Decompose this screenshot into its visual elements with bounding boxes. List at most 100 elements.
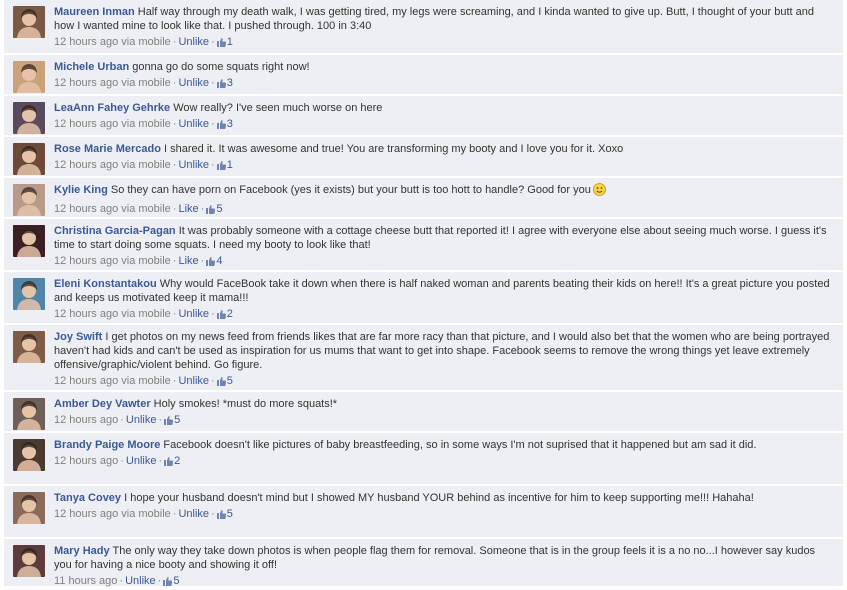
avatar[interactable] — [13, 398, 45, 430]
like-toggle-link[interactable]: Unlike — [178, 375, 209, 387]
likes-count: 1 — [226, 36, 233, 48]
comment-content: Brandy Paige Moore Facebook doesn't like… — [54, 438, 835, 452]
likes-count-link[interactable]: 1 — [216, 36, 233, 48]
comment-content: LeaAnn Fahey Gehrke Wow really? I've see… — [54, 101, 835, 115]
likes-count: 5 — [216, 203, 223, 215]
like-toggle-link[interactable]: Unlike — [178, 308, 209, 320]
comment-body: Maureen Inman Half way through my death … — [54, 5, 835, 51]
comment-timestamp[interactable]: 12 hours ago via mobile — [54, 118, 171, 130]
avatar[interactable] — [13, 545, 45, 577]
comment-timestamp[interactable]: 12 hours ago via mobile — [54, 308, 171, 320]
like-toggle-link[interactable]: Unlike — [178, 118, 209, 130]
comment-body: Joy Swift I get photos on my news feed f… — [54, 330, 835, 390]
comment-timestamp[interactable]: 12 hours ago via mobile — [54, 36, 171, 48]
comment-timestamp[interactable]: 12 hours ago via mobile — [54, 203, 171, 215]
like-toggle-link[interactable]: Unlike — [126, 414, 157, 426]
comment-author-link[interactable]: Joy Swift — [54, 331, 102, 343]
likes-count: 4 — [216, 255, 223, 267]
thumbs-up-icon — [216, 160, 226, 174]
like-toggle-link[interactable]: Like — [178, 255, 198, 267]
comment-content: Maureen Inman Half way through my death … — [54, 5, 835, 33]
like-toggle-link[interactable]: Unlike — [178, 77, 209, 89]
comment-item: Amber Dey Vawter Holy smokes! *must do m… — [4, 392, 843, 432]
avatar[interactable] — [13, 6, 45, 38]
likes-count-link[interactable]: 3 — [216, 77, 233, 89]
likes-count-link[interactable]: 2 — [164, 455, 180, 467]
comment-text: Facebook doesn't like pictures of baby b… — [163, 439, 757, 451]
likes-count-link[interactable]: 3 — [216, 118, 233, 133]
likes-count-link[interactable]: 2 — [216, 308, 233, 320]
comment-author-link[interactable]: Mary Hady — [54, 545, 110, 557]
comment-meta: 12 hours ago via mobile · Unlike · 3 — [54, 117, 835, 133]
comment-body: Michele Urban gonna go do some squats ri… — [54, 60, 835, 92]
avatar-photo-icon — [13, 61, 45, 93]
like-toggle-link[interactable]: Like — [178, 203, 198, 215]
separator-dot: · — [211, 36, 215, 48]
like-toggle-link[interactable]: Unlike — [125, 575, 156, 587]
comment-author-link[interactable]: Tanya Covey — [54, 492, 121, 504]
comment-timestamp[interactable]: 12 hours ago via mobile — [54, 159, 171, 171]
comment-timestamp[interactable]: 12 hours ago via mobile — [54, 77, 171, 89]
like-toggle-link[interactable]: Unlike — [178, 36, 209, 48]
avatar[interactable] — [13, 184, 45, 216]
comment-timestamp[interactable]: 12 hours ago via mobile — [54, 508, 171, 520]
comment-body: Amber Dey Vawter Holy smokes! *must do m… — [54, 397, 835, 429]
likes-count: 5 — [226, 375, 233, 387]
likes-count: 5 — [226, 508, 233, 520]
comment-timestamp[interactable]: 12 hours ago via mobile — [54, 375, 171, 387]
likes-count: 2 — [226, 308, 233, 320]
comment-meta: 12 hours ago · Unlike · 2 — [54, 454, 835, 470]
avatar[interactable] — [13, 102, 45, 134]
avatar[interactable] — [13, 439, 45, 471]
comment-body: Mary Hady The only way they take down ph… — [54, 544, 835, 590]
comment-author-link[interactable]: Michele Urban — [54, 61, 129, 73]
comment-author-link[interactable]: Kylie King — [54, 184, 108, 196]
thumbs-up-icon — [206, 204, 216, 218]
likes-count-link[interactable]: 1 — [216, 159, 233, 174]
comment-text: I get photos on my news feed from friend… — [54, 331, 830, 371]
thumbs-up-icon — [216, 119, 226, 133]
comment-body: Brandy Paige Moore Facebook doesn't like… — [54, 438, 835, 470]
thumbs-up-icon — [164, 456, 174, 470]
comment-timestamp[interactable]: 12 hours ago — [54, 455, 118, 467]
comment-author-link[interactable]: Christina Garcia-Pagan — [54, 225, 176, 237]
like-toggle-link[interactable]: Unlike — [178, 159, 209, 171]
likes-count-link[interactable]: 4 — [206, 255, 222, 267]
comment-author-link[interactable]: Eleni Konstantakou — [54, 278, 157, 290]
avatar[interactable] — [13, 61, 45, 93]
likes-count-link[interactable]: 5 — [206, 203, 222, 215]
like-toggle-link[interactable]: Unlike — [126, 455, 157, 467]
separator-dot: · — [158, 414, 163, 426]
avatar-photo-icon — [13, 398, 45, 430]
avatar-photo-icon — [13, 278, 45, 310]
avatar[interactable] — [13, 331, 45, 363]
comment-content: Kylie King So they can have porn on Face… — [54, 183, 835, 200]
comment-text: Wow really? I've seen much worse on here — [173, 102, 383, 114]
thumbs-up-icon — [163, 576, 173, 590]
comment-body: Christina Garcia-Pagan It was probably s… — [54, 224, 835, 270]
comment-content: Tanya Covey I hope your husband doesn't … — [54, 491, 835, 505]
comment-content: Joy Swift I get photos on my news feed f… — [54, 330, 835, 372]
comment-timestamp[interactable]: 12 hours ago via mobile — [54, 255, 171, 267]
comment-text: Holy smokes! *must do more squats!* — [153, 398, 338, 410]
comment-author-link[interactable]: Maureen Inman — [54, 6, 135, 18]
likes-count-link[interactable]: 5 — [216, 375, 233, 387]
comment-author-link[interactable]: Amber Dey Vawter — [54, 398, 151, 410]
comment-content: Rose Marie Mercado I shared it. It was a… — [54, 142, 835, 156]
avatar[interactable] — [13, 225, 45, 257]
likes-count-link[interactable]: 5 — [163, 575, 179, 587]
comment-timestamp[interactable]: 12 hours ago — [54, 414, 118, 426]
likes-count-link[interactable]: 5 — [216, 508, 233, 520]
comment-author-link[interactable]: Rose Marie Mercado — [54, 143, 161, 155]
avatar-photo-icon — [13, 545, 45, 577]
comment-author-link[interactable]: Brandy Paige Moore — [54, 439, 160, 451]
likes-count-link[interactable]: 5 — [164, 414, 180, 426]
like-toggle-link[interactable]: Unlike — [178, 508, 209, 520]
comment-timestamp[interactable]: 11 hours ago — [54, 575, 117, 587]
avatar-photo-icon — [13, 331, 45, 363]
comment-author-link[interactable]: LeaAnn Fahey Gehrke — [54, 102, 170, 114]
avatar[interactable] — [13, 143, 45, 175]
comment-body: Rose Marie Mercado I shared it. It was a… — [54, 142, 835, 174]
avatar[interactable] — [13, 492, 45, 524]
avatar[interactable] — [13, 278, 45, 310]
